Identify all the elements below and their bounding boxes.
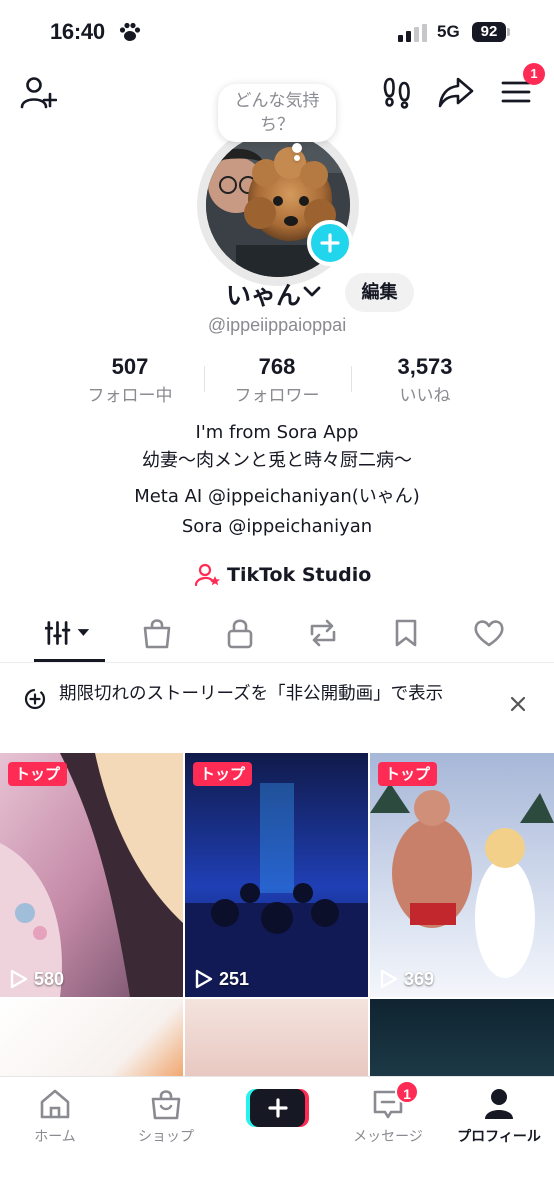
status-time: 16:40 (50, 19, 105, 44)
share-profile-button[interactable] (436, 72, 476, 112)
following-label: フォロー中 (87, 386, 173, 406)
add-user-icon (20, 77, 57, 109)
video-cover-image (370, 753, 554, 997)
username: @ippeiippaioppai (207, 315, 347, 335)
view-count-value: 251 (219, 968, 250, 989)
studio-label: TikTok Studio (227, 564, 372, 586)
video-thumbnail[interactable]: トップ 251 (185, 753, 368, 997)
chevron-down-icon[interactable] (302, 284, 322, 300)
grid-icon (45, 621, 90, 645)
followers-label: フォロワー (234, 386, 320, 406)
likes-stat[interactable]: 3,573 いいね (355, 354, 495, 406)
mood-bubble[interactable]: どんな気持ち？ (218, 84, 336, 142)
footprints-icon (383, 77, 410, 109)
tab-shop[interactable] (133, 612, 181, 654)
tiktok-studio-link[interactable]: TikTok Studio (195, 562, 371, 588)
stat-divider (204, 366, 205, 392)
view-count-value: 580 (34, 968, 65, 989)
create-button[interactable] (246, 1089, 309, 1127)
display-name[interactable]: いゃん (226, 276, 301, 312)
top-badge: トップ (193, 762, 253, 786)
plus-icon (267, 1098, 288, 1118)
profile-icon (485, 1089, 513, 1119)
bubble-tail-dot (292, 143, 302, 153)
video-thumbnail[interactable]: トップ 369 (370, 753, 554, 997)
likes-count: 3,573 (397, 354, 453, 379)
menu-notification-badge: 1 (523, 63, 545, 85)
footprints-button[interactable] (377, 72, 417, 112)
tab-liked[interactable] (465, 612, 513, 654)
view-count-value: 369 (404, 968, 435, 989)
nav-home[interactable]: ホーム (7, 1085, 103, 1146)
tab-favorites[interactable] (382, 612, 430, 654)
bio-link-meta[interactable]: Meta AI @ippeichaniyan(いゃん) (0, 482, 554, 508)
followers-count: 768 (258, 354, 296, 379)
nav-home-label: ホーム (34, 1129, 76, 1145)
nav-profile-label: プロフィール (457, 1129, 541, 1145)
share-icon (438, 77, 474, 108)
add-story-button[interactable] (307, 220, 353, 266)
view-count: 251 (195, 968, 249, 990)
nav-inbox-label: メッセージ (353, 1129, 423, 1145)
battery-level: 92 (472, 22, 506, 42)
play-icon (10, 969, 28, 989)
home-icon (40, 1089, 70, 1119)
studio-icon (195, 563, 220, 587)
following-count: 507 (111, 354, 149, 379)
video-thumbnail[interactable]: トップ 580 (0, 753, 183, 997)
story-plus-icon (24, 688, 46, 710)
nav-inbox[interactable]: メッセージ (340, 1085, 436, 1146)
paw-icon (119, 22, 141, 41)
video-thumbnail[interactable] (0, 999, 183, 1079)
nav-shop[interactable]: ショップ (118, 1085, 214, 1146)
heart-icon (474, 620, 504, 647)
bubble-tail-dot (294, 155, 300, 161)
video-cover-image (0, 753, 183, 997)
shopping-bag-icon (151, 1090, 181, 1120)
stories-banner-text: 期限切れのストーリーズを「非公開動画」で表示 (59, 684, 444, 704)
nav-profile[interactable]: プロフィール (451, 1085, 547, 1146)
nav-shop-label: ショップ (138, 1129, 194, 1145)
view-count: 369 (380, 968, 434, 990)
video-cover-image (185, 753, 368, 997)
status-bar: 16:40 5G 92 (0, 0, 554, 62)
video-thumbnail[interactable] (185, 999, 368, 1079)
following-stat[interactable]: 507 フォロー中 (60, 354, 200, 406)
shopping-bag-icon (143, 619, 171, 649)
network-type: 5G (437, 22, 460, 41)
bookmark-icon (395, 619, 417, 647)
stories-banner[interactable]: 期限切れのストーリーズを「非公開動画」で表示 (0, 677, 554, 739)
add-friend-button[interactable] (18, 72, 58, 112)
lock-icon (227, 619, 253, 649)
tabs-divider (0, 662, 554, 663)
bio-line: 幼妻〜肉メンと兎と時々厨二病〜 (142, 450, 412, 471)
play-icon (195, 969, 213, 989)
plus-icon (320, 233, 340, 253)
tab-reposts[interactable] (299, 612, 347, 654)
signal-icon (398, 24, 427, 42)
repost-icon (310, 619, 336, 647)
bio-line: I'm from Sora App (195, 422, 359, 443)
video-thumbnail[interactable] (370, 999, 554, 1079)
play-icon (380, 969, 398, 989)
top-badge: トップ (8, 762, 68, 786)
battery-tip (507, 28, 510, 36)
likes-label: いいね (399, 386, 451, 406)
inbox-notification-badge: 1 (395, 1080, 419, 1104)
battery-indicator: 92 (472, 22, 510, 42)
tab-private[interactable] (216, 612, 264, 654)
close-icon[interactable] (505, 691, 531, 717)
create-button-body (250, 1089, 305, 1127)
stat-divider (351, 366, 352, 392)
tab-videos[interactable] (45, 612, 93, 654)
edit-profile-button[interactable]: 編集 (345, 273, 414, 312)
top-badge: トップ (378, 762, 438, 786)
view-count: 580 (10, 968, 64, 990)
bio-link-sora[interactable]: Sora @ippeichaniyan (0, 516, 554, 537)
bottom-nav: ホーム ショップ メッセージ 1 プロフィール (0, 1076, 554, 1199)
followers-stat[interactable]: 768 フォロワー (207, 354, 347, 406)
